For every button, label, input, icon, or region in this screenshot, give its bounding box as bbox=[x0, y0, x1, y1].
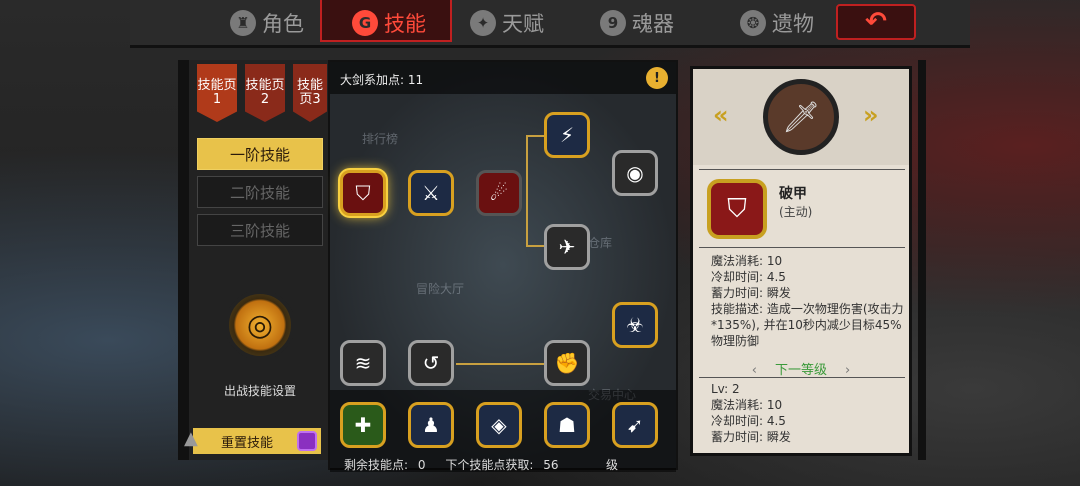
tree-connector bbox=[526, 135, 528, 245]
stat-charge: 蓄力时间: 瞬发 bbox=[711, 286, 791, 300]
chevron-right-icon[interactable]: » bbox=[863, 101, 879, 129]
skill-points-info: 剩余技能点: 0 下个技能点获取: 56 bbox=[344, 456, 565, 473]
skill-sweep-icon[interactable]: ≋ bbox=[340, 340, 386, 386]
skill-page-tab-2[interactable]: 技能页2 bbox=[245, 64, 285, 122]
tier-2-button[interactable]: 二阶技能 bbox=[197, 176, 323, 208]
skill-armor-break-icon[interactable]: ⛉ bbox=[340, 170, 386, 216]
skill-roar-icon[interactable]: ☣ bbox=[612, 302, 658, 348]
tab-label: 遗物 bbox=[772, 12, 814, 36]
chevron-left-icon[interactable]: « bbox=[713, 101, 729, 129]
stat-cooldown: 冷却时间: 4.5 bbox=[711, 270, 786, 284]
back-button[interactable]: ↶ bbox=[836, 4, 916, 40]
divider bbox=[699, 247, 905, 248]
tier-1-button[interactable]: 一阶技能 bbox=[197, 138, 323, 170]
map-label: 冒险大厅 bbox=[416, 282, 465, 296]
skill-flame-slash-icon[interactable]: ☄ bbox=[476, 170, 522, 216]
skill-ground-slam-icon[interactable]: ◉ bbox=[612, 150, 658, 196]
skill-page-tab-1[interactable]: 技能页1 bbox=[197, 64, 237, 122]
next-point-value: 56 bbox=[543, 458, 559, 472]
skill-tree: 大剑系加点: 11 ! 排行榜 仓库 冒险大厅 交易中心 ⛉ ⚔ ☄ ⚡ ◉ ✈… bbox=[328, 60, 678, 473]
info-icon[interactable]: ! bbox=[646, 67, 668, 89]
skill-aura-icon[interactable]: ♟ bbox=[408, 402, 454, 448]
next-level-header: ‹ 下一等级 › bbox=[693, 359, 909, 378]
tab-label: 技能 bbox=[384, 12, 426, 36]
tab-relic[interactable]: ❂ 遗物 bbox=[740, 6, 814, 40]
sword-icon: 🗡 bbox=[763, 79, 839, 155]
talent-icon: ✦ bbox=[470, 10, 496, 36]
relic-icon: ❂ bbox=[740, 10, 766, 36]
sword-points-label: 大剑系加点: 11 bbox=[340, 73, 424, 87]
remaining-label: 剩余技能点: bbox=[344, 458, 409, 472]
map-label: 排行榜 bbox=[362, 132, 399, 146]
tree-connector bbox=[456, 363, 544, 365]
gem-icon bbox=[297, 431, 317, 451]
next-stat-cooldown: 冷却时间: 4.5 bbox=[711, 414, 786, 428]
divider bbox=[699, 169, 905, 170]
soul-icon: 9 bbox=[600, 10, 626, 36]
helmet-icon: ♜ bbox=[230, 10, 256, 36]
divider bbox=[699, 377, 905, 378]
stat-mana: 魔法消耗: 10 bbox=[711, 254, 783, 268]
skill-detail-panel: « 🗡 » ⛉ 破甲 (主动) 魔法消耗: 10 冷却时间: 4.5 蓄力时间:… bbox=[690, 66, 912, 456]
remaining-value: 0 bbox=[417, 458, 426, 472]
frame-right bbox=[918, 60, 926, 460]
skill-guard-icon[interactable]: ☗ bbox=[544, 402, 590, 448]
arrow-up-icon: ▲ bbox=[184, 428, 198, 449]
tier-3-button[interactable]: 三阶技能 bbox=[197, 214, 323, 246]
tree-header: 大剑系加点: 11 bbox=[330, 62, 676, 94]
reset-label: 重置技能 bbox=[221, 435, 274, 451]
next-point-label: 下个技能点获取: bbox=[445, 458, 534, 472]
tab-skills[interactable]: G 技能 bbox=[352, 6, 426, 40]
reset-skills-button[interactable]: 重置技能 bbox=[193, 428, 321, 454]
tab-soul[interactable]: 9 魂器 bbox=[600, 6, 674, 40]
next-stat-charge: 蓄力时间: 瞬发 bbox=[711, 430, 791, 444]
battle-skill-setting-icon[interactable]: ◎ bbox=[225, 290, 295, 360]
map-label: 仓库 bbox=[588, 236, 613, 250]
skill-page-tab-3[interactable]: 技能页3 bbox=[293, 64, 327, 122]
tab-talent[interactable]: ✦ 天赋 bbox=[470, 6, 544, 40]
left-panel: 技能页1 技能页2 技能页3 一阶技能 二阶技能 三阶技能 ◎ 出战技能设置 重… bbox=[186, 60, 328, 460]
top-tab-bar: ♜ 角色 G 技能 ✦ 天赋 9 魂器 ❂ 遗物 ↶ bbox=[130, 0, 970, 48]
tab-label: 天赋 bbox=[502, 12, 544, 36]
skill-icon: G bbox=[352, 10, 378, 36]
skill-dash-icon[interactable]: ✈ bbox=[544, 224, 590, 270]
chevron-left-icon: ‹ bbox=[751, 363, 757, 378]
skill-kick-icon[interactable]: ➹ bbox=[612, 402, 658, 448]
next-level-value: Lv: 2 bbox=[711, 382, 740, 396]
skill-thrust-icon[interactable]: ⚔ bbox=[408, 170, 454, 216]
tab-label: 角色 bbox=[262, 12, 304, 36]
skill-name: 破甲 bbox=[779, 186, 807, 202]
level-suffix: 级 bbox=[606, 458, 619, 472]
battle-skill-setting-label: 出战技能设置 bbox=[223, 384, 296, 398]
tab-character[interactable]: ♜ 角色 bbox=[230, 6, 304, 40]
next-stat-mana: 魔法消耗: 10 bbox=[711, 398, 783, 412]
skill-lightning-sword-icon[interactable]: ⚡ bbox=[544, 112, 590, 158]
armor-break-icon: ⛉ bbox=[707, 179, 767, 239]
skill-strength-icon[interactable]: ✊ bbox=[544, 340, 590, 386]
tree-connector bbox=[526, 245, 544, 247]
chevron-right-icon: › bbox=[845, 363, 851, 378]
tree-connector bbox=[526, 135, 544, 137]
next-level-label: 下一等级 bbox=[774, 363, 827, 378]
skill-eye-icon[interactable]: ◈ bbox=[476, 402, 522, 448]
frame-left bbox=[178, 60, 186, 460]
stat-description: 技能描述: 造成一次物理伤害(攻击力*135%), 并在10秒内减少目标45%物… bbox=[711, 302, 904, 348]
skill-swing-icon[interactable]: ↺ bbox=[408, 340, 454, 386]
skill-type: (主动) bbox=[779, 205, 813, 219]
skill-heal-icon[interactable]: ✚ bbox=[340, 402, 386, 448]
tab-label: 魂器 bbox=[632, 12, 674, 36]
